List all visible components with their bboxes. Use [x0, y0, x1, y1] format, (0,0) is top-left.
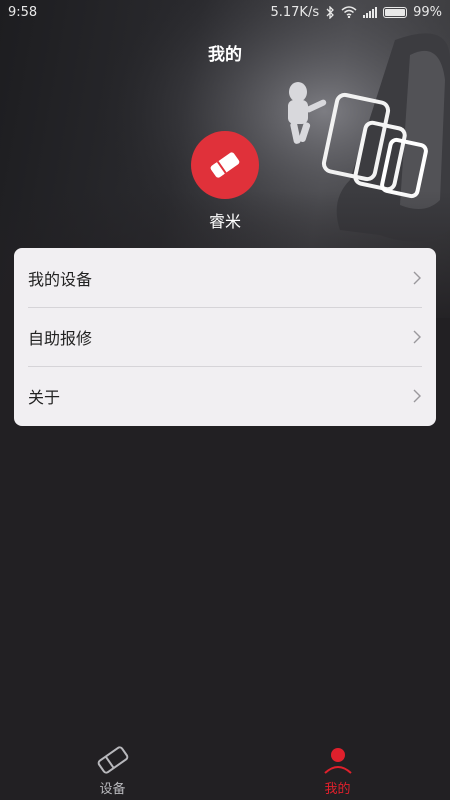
tab-devices[interactable]: 设备 — [0, 738, 225, 800]
status-bar: 9:58 5.17K/s 99% — [0, 0, 450, 24]
bluetooth-icon — [326, 5, 335, 19]
menu-item-label: 自助报修 — [28, 328, 93, 348]
network-speed: 5.17K/s — [270, 4, 320, 20]
menu-item-label: 我的设备 — [28, 269, 93, 289]
wifi-icon — [341, 6, 357, 18]
menu-card: 我的设备 自助报修 关于 — [14, 248, 436, 426]
menu-item-self-repair[interactable]: 自助报修 — [14, 307, 436, 366]
tab-devices-label: 设备 — [99, 782, 126, 797]
menu-item-my-devices[interactable]: 我的设备 — [14, 248, 436, 307]
tab-mine[interactable]: 我的 — [225, 738, 450, 800]
avatar[interactable] — [191, 131, 259, 199]
chevron-right-icon — [413, 271, 421, 284]
username: 睿米 — [208, 212, 241, 231]
chevron-right-icon — [413, 330, 421, 343]
person-icon — [323, 748, 352, 774]
tab-mine-label: 我的 — [324, 782, 351, 797]
battery-icon — [383, 6, 408, 18]
menu-item-label: 关于 — [28, 387, 61, 407]
eraser-outline-icon — [97, 746, 128, 774]
eraser-icon — [210, 152, 240, 178]
chevron-right-icon — [413, 389, 421, 402]
status-time: 9:58 — [8, 4, 38, 20]
battery-percent: 99% — [413, 4, 442, 20]
menu-item-about[interactable]: 关于 — [14, 366, 436, 425]
bottom-nav: 设备 我的 — [0, 738, 450, 800]
profile-screen: 9:58 5.17K/s 99% 我的 睿米 我的设备 自助报修 关于 设备 我… — [0, 0, 450, 800]
signal-icon — [363, 6, 378, 18]
page-title: 我的 — [208, 45, 242, 65]
